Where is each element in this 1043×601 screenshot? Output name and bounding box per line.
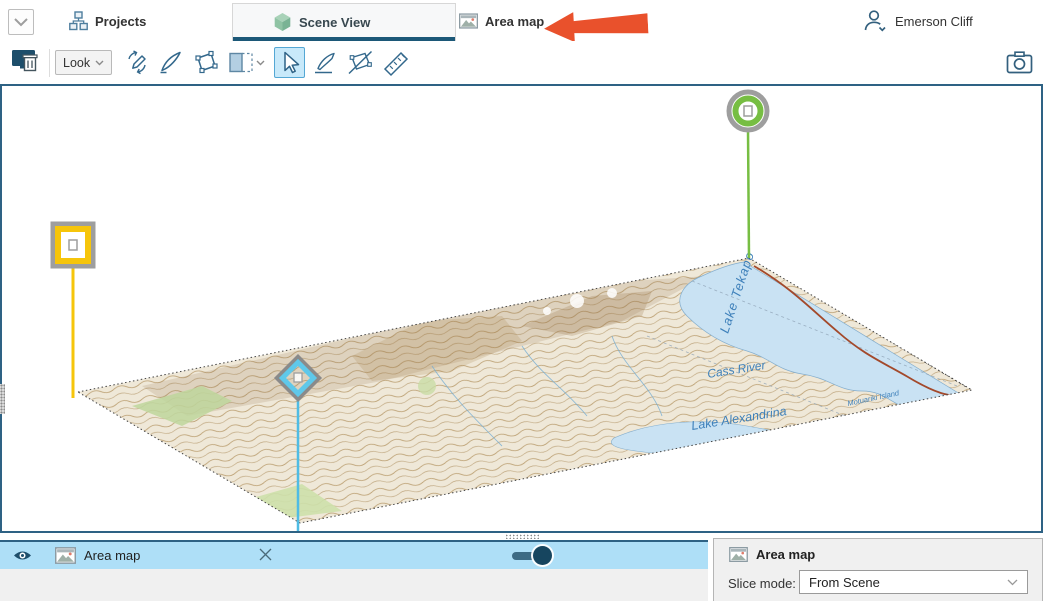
draw-line-button[interactable] <box>309 47 340 78</box>
slice-mode-label: Slice mode: <box>728 576 796 591</box>
moving-plane-icon <box>192 49 220 76</box>
scene-3d-view: Lake Tekapo Cass River Lake Alexandrina … <box>2 86 1041 531</box>
look-dropdown-label: Look <box>63 56 90 70</box>
draw-slicer-line-icon <box>123 49 150 76</box>
draw-line-icon <box>311 49 338 76</box>
remove-from-scene-button[interactable] <box>258 547 273 562</box>
tab-area-map-label: Area map <box>485 14 544 29</box>
projects-button[interactable]: Projects <box>69 9 146 33</box>
panel-splitter-grip[interactable] <box>505 534 541 539</box>
tab-scene-view-label: Scene View <box>299 15 370 30</box>
properties-title: Area map <box>756 547 815 562</box>
eye-icon <box>13 549 32 562</box>
draw-polyline-icon <box>346 49 374 76</box>
projects-label: Projects <box>95 14 146 29</box>
slice-mode-select[interactable]: From Scene <box>799 570 1028 594</box>
side-panel-grip[interactable] <box>0 384 5 414</box>
clear-scene-icon <box>11 48 41 77</box>
draw-slicer-line-button[interactable] <box>121 47 152 78</box>
plane-handle-square[interactable] <box>53 224 93 398</box>
application-window: Projects Scene View Area map <box>0 0 1043 601</box>
chevron-down-icon <box>95 60 104 66</box>
scene-toolbar: Look <box>0 41 1043 84</box>
moving-plane-button[interactable] <box>190 47 221 78</box>
area-map-3d-plane <box>78 258 972 523</box>
user-icon <box>862 8 888 34</box>
draw-polyline-button[interactable] <box>344 47 375 78</box>
slicer-tool-icon <box>157 49 184 76</box>
user-menu[interactable]: Emerson Cliff <box>862 8 973 34</box>
chevron-down-icon <box>1007 579 1018 586</box>
area-map-icon <box>729 547 748 562</box>
tab-area-map[interactable]: Area map <box>459 9 544 33</box>
toolbar-separator <box>49 49 50 77</box>
header-bar: Projects Scene View Area map <box>0 0 1043 42</box>
camera-icon <box>1006 50 1033 75</box>
close-icon <box>258 547 273 562</box>
visibility-toggle-button[interactable] <box>13 549 32 562</box>
collapse-panel-button[interactable] <box>8 9 34 35</box>
slice-display-mode-button[interactable] <box>225 47 269 78</box>
user-name: Emerson Cliff <box>895 14 973 29</box>
select-cursor-icon <box>276 49 303 76</box>
look-dropdown[interactable]: Look <box>55 50 112 75</box>
select-tool-button[interactable] <box>274 47 305 78</box>
slice-mode-value: From Scene <box>809 575 880 590</box>
slice-display-mode-icon <box>227 49 267 76</box>
ruler-icon <box>382 49 410 77</box>
shape-row-label: Area map <box>84 548 140 563</box>
plane-handle-circle[interactable] <box>729 92 767 258</box>
chevron-down-icon <box>14 18 28 27</box>
tab-scene-view[interactable]: Scene View <box>232 3 456 41</box>
slicer-tool-button[interactable] <box>155 47 186 78</box>
annotation-arrow <box>543 8 648 43</box>
clear-scene-button[interactable] <box>8 47 44 78</box>
screenshot-button[interactable] <box>1004 47 1035 78</box>
projects-icon <box>69 11 88 31</box>
area-map-icon <box>459 13 478 29</box>
scene-cube-icon <box>273 12 292 32</box>
opacity-slider-handle[interactable] <box>533 546 552 565</box>
properties-panel: Area map Slice mode: From Scene <box>713 538 1043 601</box>
area-map-icon <box>55 547 76 564</box>
shape-list-panel: Area map <box>0 540 708 601</box>
ruler-button[interactable] <box>380 47 411 78</box>
shape-list-row-area-map[interactable]: Area map <box>0 542 708 569</box>
scene-viewport[interactable]: Lake Tekapo Cass River Lake Alexandrina … <box>0 84 1043 533</box>
